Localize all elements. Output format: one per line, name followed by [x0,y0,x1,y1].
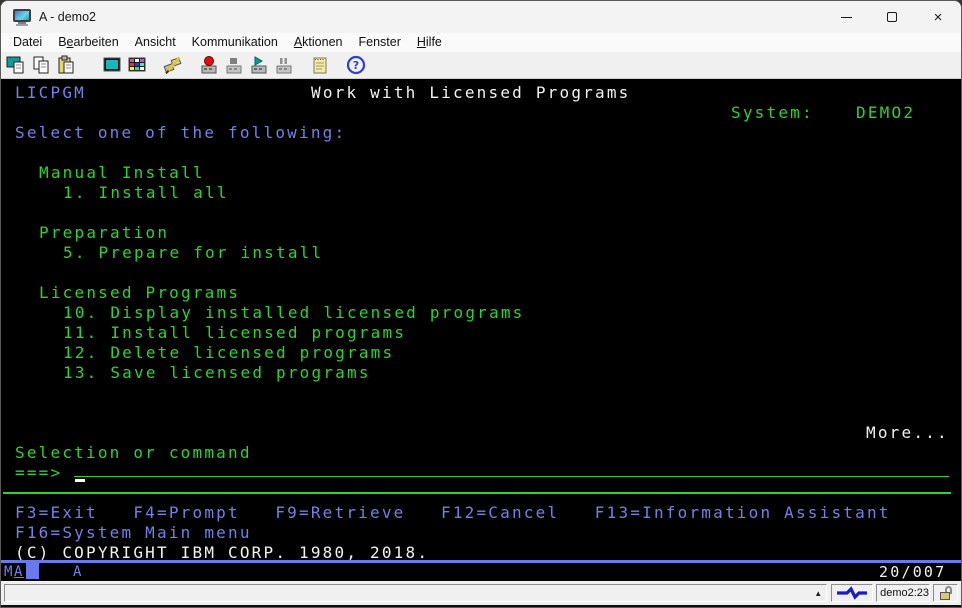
selection-label: Selection or command [15,443,252,463]
more-indicator: More... [866,423,949,443]
menu-kommunikation[interactable]: Kommunikation [184,33,286,52]
pause-macro-icon[interactable] [274,55,294,75]
option-11: 11. Install licensed programs [63,323,406,343]
color-map-icon[interactable] [127,55,147,75]
status-message-panel: ▲ [4,584,827,602]
menu-hilfe[interactable]: Hilfe [409,33,450,52]
screen-id: LICPGM [15,83,86,103]
oia-block-icon [26,563,39,579]
close-icon: × [934,9,943,26]
option-13: 13. Save licensed programs [63,363,371,383]
title-bar: A - demo2 × [1,1,961,33]
cursor-position-indicator: 20/007 [879,563,946,581]
help-icon[interactable]: ? [346,55,366,75]
record-macro-icon[interactable] [199,55,219,75]
text-cursor [75,479,85,482]
menu-aktionen[interactable]: Aktionen [286,33,351,52]
new-session-icon[interactable] [6,55,26,75]
menu-fenster[interactable]: Fenster [350,33,408,52]
option-12: 12. Delete licensed programs [63,343,394,363]
maximize-button[interactable] [869,1,915,33]
fkeys-row-2: F16=System Main menu [15,523,252,543]
menu-datei[interactable]: Datei [5,33,50,52]
minimize-button[interactable] [823,1,869,33]
lightning-icon [835,586,869,600]
window-title: A - demo2 [39,10,96,24]
unlocked-padlock-icon [940,586,952,600]
oia-indicators: MA [4,564,24,580]
host-session-text: demo2:23 [880,587,929,599]
status-bar: ▲ demo2:23 [1,581,961,605]
app-monitor-icon [13,9,31,25]
expand-arrow-icon[interactable]: ▲ [814,589,822,598]
close-button[interactable]: × [915,1,961,33]
keyboard-map-icon[interactable] [163,55,183,75]
app-window: A - demo2 × Datei Bearbeiten Ansicht Kom… [0,0,962,608]
maximize-icon [887,12,897,22]
section-preparation: Preparation [39,223,169,243]
section-licensed-programs: Licensed Programs [39,283,240,303]
play-macro-icon[interactable] [249,55,269,75]
host-session-panel: demo2:23 [876,584,930,602]
stop-macro-icon[interactable] [224,55,244,75]
menu-bar: Datei Bearbeiten Ansicht Kommunikation A… [1,33,961,52]
section-manual-install: Manual Install [39,163,205,183]
menu-ansicht[interactable]: Ansicht [127,33,184,52]
option-10: 10. Display installed licensed programs [63,303,524,323]
command-input-underline[interactable] [74,476,949,477]
oia-session-letter: A [73,564,81,580]
menu-bearbeiten[interactable]: Bearbeiten [50,33,126,52]
connection-status-panel [831,584,873,602]
fkeys-separator-line [3,492,951,494]
option-1: 1. Install all [63,183,229,203]
system-label: System: [731,103,814,123]
minimize-icon [841,17,852,18]
svg-text:?: ? [353,59,359,72]
screen-title: Work with Licensed Programs [311,83,631,103]
oia-status-row: MA A 20/007 [1,563,961,581]
fkeys-row-1: F3=Exit F4=Prompt F9=Retrieve F12=Cancel… [15,503,891,523]
security-panel [933,584,958,602]
toolbar: ? [1,52,961,79]
display-setup-icon[interactable] [102,55,122,75]
notepad-icon[interactable] [310,55,330,75]
paste-icon[interactable] [56,55,76,75]
option-5: 5. Prepare for install [63,243,323,263]
command-arrow: ===> [15,463,62,483]
screen-prompt: Select one of the following: [15,123,346,143]
terminal-screen[interactable]: LICPGM Work with Licensed Programs Syste… [1,79,961,581]
system-value: DEMO2 [856,103,915,123]
copy-icon[interactable] [31,55,51,75]
